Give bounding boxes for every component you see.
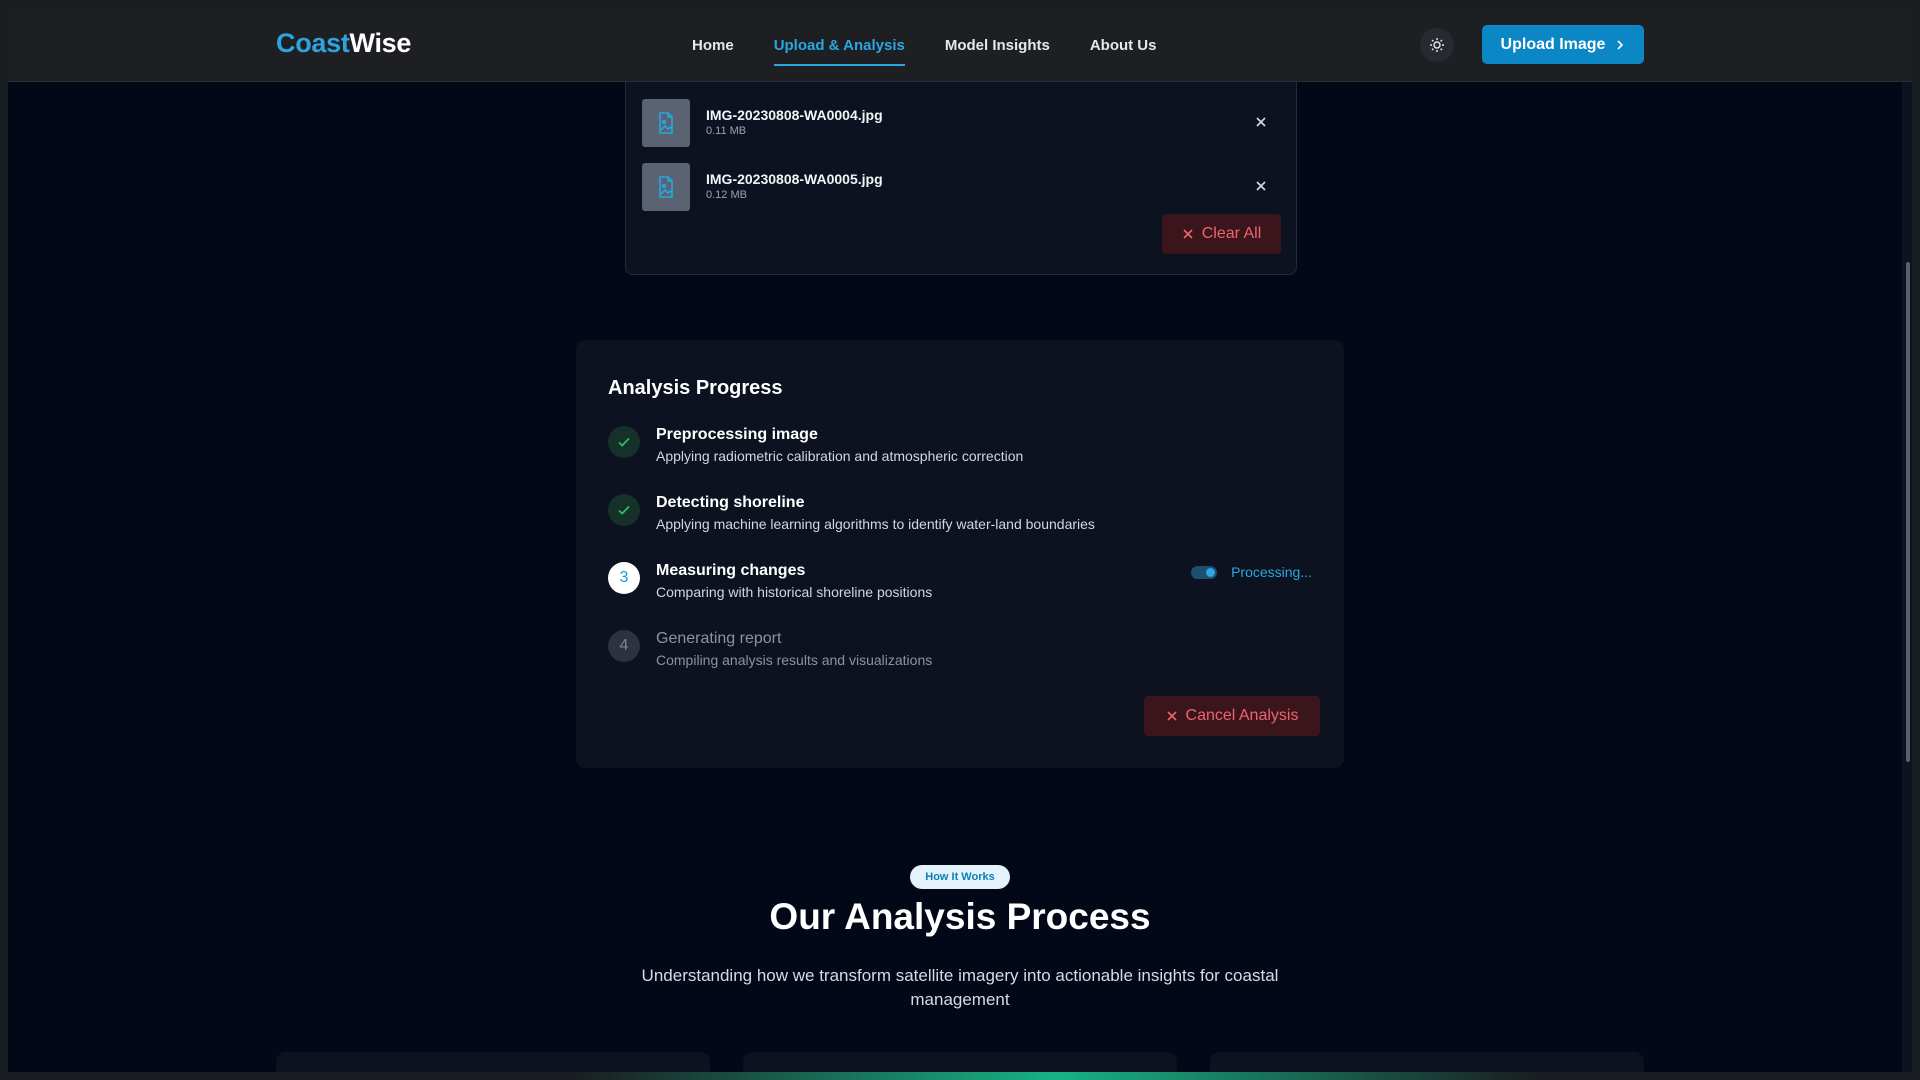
process-card xyxy=(276,1052,710,1072)
clear-all-button[interactable]: Clear All xyxy=(1162,214,1281,254)
cancel-analysis-label: Cancel Analysis xyxy=(1185,707,1299,724)
bottom-edge xyxy=(0,1072,1920,1080)
section-subtitle: Understanding how we transform satellite… xyxy=(641,966,1279,1009)
check-icon xyxy=(608,494,640,526)
uploaded-files-card: IMG-20230808-WA0004.jpg 0.11 MB IMG-2023… xyxy=(625,68,1297,275)
step-generating-report: 4 Generating report Compiling analysis r… xyxy=(608,628,1312,680)
processing-indicator: Processing... xyxy=(1191,564,1312,580)
close-icon xyxy=(1166,711,1177,721)
analysis-progress-card: Analysis Progress Preprocessing image Ap… xyxy=(576,340,1344,768)
section-title: Our Analysis Process xyxy=(769,896,1151,937)
close-icon xyxy=(1256,117,1266,127)
app-viewport: IMG-20230808-WA0004.jpg 0.11 MB IMG-2023… xyxy=(8,8,1912,1072)
close-icon xyxy=(1183,229,1193,239)
chevron-right-icon xyxy=(1617,39,1624,50)
theme-toggle-button[interactable] xyxy=(1420,28,1454,62)
file-image-icon xyxy=(642,99,690,147)
how-it-works-badge: How It Works xyxy=(910,865,1010,889)
process-card xyxy=(1210,1052,1644,1072)
step-description: Applying machine learning algorithms to … xyxy=(656,516,1095,532)
spinner-icon xyxy=(1191,565,1218,579)
top-navbar: CoastWise Home Upload & Analysis Model I… xyxy=(8,8,1912,82)
step-description: Comparing with historical shoreline posi… xyxy=(656,584,933,600)
step-measuring-changes: 3 Measuring changes Comparing with histo… xyxy=(608,560,1312,612)
step-description: Applying radiometric calibration and atm… xyxy=(656,448,1024,464)
step-title: Generating report xyxy=(656,630,782,647)
nav-about-us[interactable]: About Us xyxy=(1090,8,1157,82)
main-nav: Home Upload & Analysis Model Insights Ab… xyxy=(692,8,1157,82)
upload-image-label: Upload Image xyxy=(1500,35,1606,53)
remove-file-button[interactable] xyxy=(1250,111,1272,133)
file-size: 0.12 MB xyxy=(706,189,747,201)
nav-upload-analysis[interactable]: Upload & Analysis xyxy=(773,8,905,82)
remove-file-button[interactable] xyxy=(1250,175,1272,197)
file-item: IMG-20230808-WA0005.jpg 0.12 MB xyxy=(642,163,1282,211)
file-size: 0.11 MB xyxy=(706,125,747,137)
nav-home[interactable]: Home xyxy=(692,8,734,82)
cancel-analysis-button[interactable]: Cancel Analysis xyxy=(1144,696,1320,736)
step-number-badge: 4 xyxy=(608,630,640,662)
check-icon xyxy=(608,426,640,458)
step-detecting-shoreline: Detecting shoreline Applying machine lea… xyxy=(608,492,1312,544)
file-name: IMG-20230808-WA0004.jpg xyxy=(706,107,883,123)
processing-label: Processing... xyxy=(1231,564,1312,580)
sun-icon xyxy=(1430,38,1444,52)
clear-all-label: Clear All xyxy=(1201,225,1262,242)
close-icon xyxy=(1256,181,1266,191)
step-title: Measuring changes xyxy=(656,562,806,579)
progress-title: Analysis Progress xyxy=(608,377,783,399)
nav-model-insights[interactable]: Model Insights xyxy=(945,8,1050,82)
step-title: Preprocessing image xyxy=(656,426,818,443)
logo[interactable]: CoastWise xyxy=(276,28,411,59)
file-item: IMG-20230808-WA0004.jpg 0.11 MB xyxy=(642,99,1282,147)
step-number-badge: 3 xyxy=(608,562,640,594)
step-preprocessing: Preprocessing image Applying radiometric… xyxy=(608,424,1312,476)
step-description: Compiling analysis results and visualiza… xyxy=(656,652,933,668)
logo-part-1: Coast xyxy=(276,28,350,58)
upload-image-button[interactable]: Upload Image xyxy=(1482,25,1644,64)
file-name: IMG-20230808-WA0005.jpg xyxy=(706,171,883,187)
scrollbar-thumb[interactable] xyxy=(1906,262,1910,762)
file-image-icon xyxy=(642,163,690,211)
step-title: Detecting shoreline xyxy=(656,494,805,511)
process-card xyxy=(743,1052,1177,1072)
scrollbar[interactable] xyxy=(1902,82,1912,1072)
logo-part-2: Wise xyxy=(349,28,412,58)
